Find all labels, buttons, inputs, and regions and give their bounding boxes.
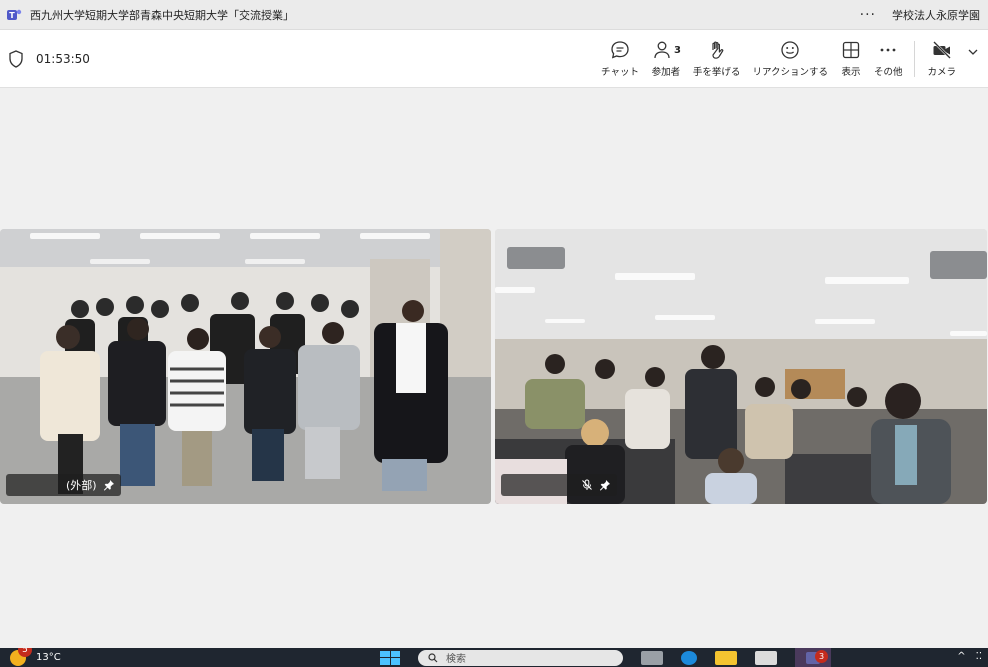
redacted-name-2 bbox=[507, 480, 569, 490]
svg-text:T: T bbox=[9, 11, 15, 20]
chat-button[interactable]: チャット bbox=[595, 30, 645, 88]
participant-name-badge-2 bbox=[501, 474, 617, 496]
teams-taskbar-icon[interactable]: 3 bbox=[795, 648, 831, 667]
system-tray: ^ ⁚⁚ bbox=[957, 651, 982, 662]
participant-external-label: (外部) bbox=[66, 479, 97, 492]
camera-off-icon bbox=[932, 41, 951, 59]
meeting-toolbar: 01:53:50 チャット 3 参加者 手を挙げる リアクションする 表示 その… bbox=[0, 30, 988, 88]
search-icon bbox=[428, 652, 438, 662]
redacted-name bbox=[12, 480, 60, 490]
more-horizontal-icon[interactable]: ··· bbox=[860, 7, 876, 23]
view-button[interactable]: 表示 bbox=[834, 30, 868, 88]
participant-name-badge: (外部) bbox=[6, 474, 121, 496]
chevron-up-icon[interactable]: ^ bbox=[957, 651, 965, 662]
participants-button[interactable]: 3 参加者 bbox=[645, 30, 687, 88]
camera-button[interactable]: カメラ bbox=[921, 30, 962, 88]
shield-icon bbox=[9, 49, 23, 68]
grid-view-icon bbox=[842, 41, 860, 59]
teams-logo-icon: T bbox=[7, 9, 22, 20]
search-placeholder: 検索 bbox=[446, 654, 466, 665]
taskbar-search-input[interactable]: 検索 bbox=[418, 649, 623, 666]
mic-off-icon bbox=[582, 479, 592, 490]
reactions-button[interactable]: リアクションする bbox=[746, 30, 834, 88]
pin-icon-2[interactable] bbox=[599, 479, 611, 491]
people-icon bbox=[654, 41, 670, 59]
more-label: その他 bbox=[873, 67, 903, 78]
tray-icons[interactable]: ⁚⁚ bbox=[976, 651, 982, 662]
reactions-label: リアクションする bbox=[752, 67, 828, 78]
camera-label: カメラ bbox=[927, 67, 956, 78]
raise-hand-label: 手を挙げる bbox=[692, 67, 741, 78]
chevron-down-icon[interactable] bbox=[966, 45, 980, 59]
video-tile-left[interactable]: (外部) bbox=[0, 229, 491, 504]
pin-icon[interactable] bbox=[103, 479, 115, 491]
lecture-hall-video-feed bbox=[495, 229, 987, 504]
video-stage: (外部) bbox=[0, 88, 988, 648]
chat-icon bbox=[611, 41, 629, 59]
hand-icon bbox=[712, 41, 724, 59]
raise-hand-button[interactable]: 手を挙げる bbox=[687, 30, 747, 88]
title-bar: T 西九州大学短期大学部青森中央短期大学「交流授業」 ··· 学校法人永原学園 bbox=[0, 0, 988, 30]
organization-name: 学校法人永原学園 bbox=[892, 8, 980, 22]
file-explorer-icon[interactable] bbox=[715, 650, 737, 665]
toolbar-divider bbox=[914, 40, 916, 77]
taskbar-apps: 検索 3 bbox=[380, 648, 831, 667]
participants-label: 参加者 bbox=[651, 67, 681, 78]
smiley-icon bbox=[781, 41, 799, 59]
more-button[interactable]: その他 bbox=[868, 30, 909, 88]
teams-notification-badge: 3 bbox=[815, 650, 828, 663]
window-title: 西九州大学短期大学部青森中央短期大学「交流授業」 bbox=[30, 8, 294, 22]
weather-sun-icon: 5 bbox=[10, 648, 32, 666]
chat-label: チャット bbox=[601, 67, 639, 78]
windows-taskbar: 5 13°C 検索 3 ^ ⁚⁚ bbox=[0, 648, 988, 667]
store-icon[interactable] bbox=[755, 650, 777, 665]
task-view-icon[interactable] bbox=[641, 650, 663, 665]
more-dots-icon bbox=[880, 48, 896, 52]
view-label: 表示 bbox=[841, 67, 861, 78]
classroom-video-feed bbox=[0, 229, 491, 504]
weather-widget[interactable]: 5 13°C bbox=[10, 648, 61, 666]
edge-browser-icon[interactable] bbox=[681, 650, 697, 665]
participants-count: 3 bbox=[673, 44, 681, 56]
temperature-label: 13°C bbox=[36, 652, 61, 663]
meeting-timer: 01:53:50 bbox=[36, 51, 90, 66]
windows-start-icon[interactable] bbox=[380, 650, 400, 665]
video-tile-right[interactable] bbox=[495, 229, 987, 504]
weather-badge: 5 bbox=[18, 648, 32, 657]
